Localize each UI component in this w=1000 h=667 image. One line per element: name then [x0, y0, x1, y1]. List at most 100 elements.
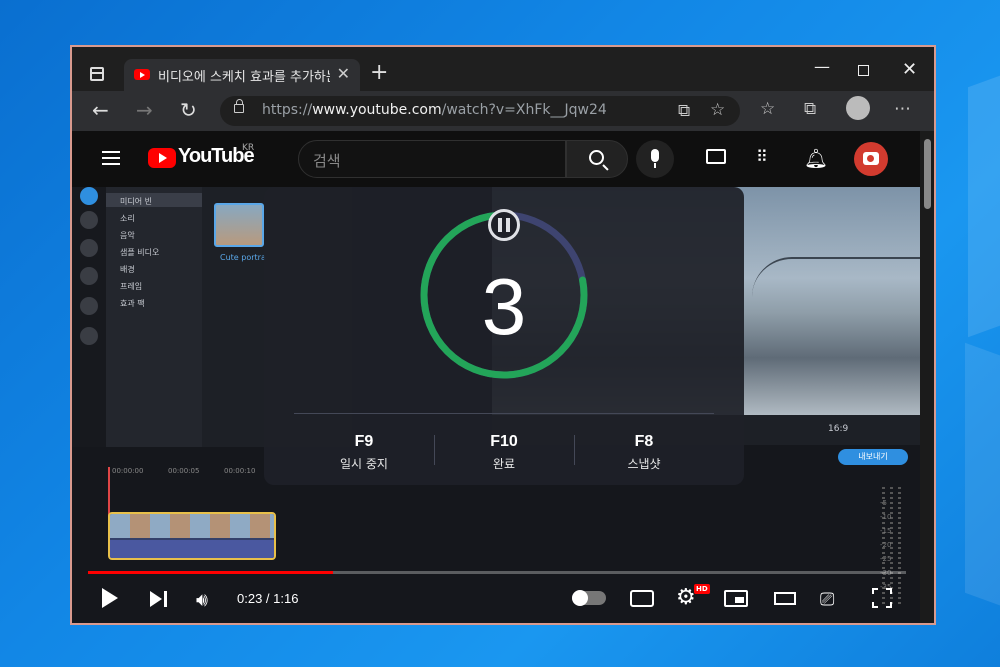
back-icon[interactable]: ←: [92, 99, 109, 121]
close-window-icon[interactable]: ✕: [902, 59, 917, 80]
theater-mode-icon[interactable]: [774, 592, 796, 605]
profile-icon[interactable]: [846, 96, 870, 120]
browser-window: 비디오에 스케치 효과를 추가하는 ✕ + — ✕ ← → ↻ https://…: [70, 45, 936, 625]
forward-icon[interactable]: →: [136, 99, 153, 121]
scrollbar-thumb[interactable]: [924, 139, 931, 209]
vu-level: -25: [880, 555, 892, 563]
shortcut-key: F9: [354, 433, 374, 450]
editor-menu-item: 프레임: [120, 282, 143, 291]
tab-title: 비디오에 스케치 효과를 추가하는: [158, 70, 330, 84]
editor-menu-item: 미디어 빈: [120, 197, 152, 206]
desktop-streak: [965, 342, 1000, 608]
voice-search-button[interactable]: [636, 140, 674, 178]
aspect-ratio: 16:9: [828, 424, 849, 434]
search-icon: [589, 150, 604, 165]
tab-close-icon[interactable]: ✕: [337, 64, 350, 83]
pause-icon: [498, 218, 510, 232]
page-scrollbar[interactable]: [920, 131, 934, 623]
vu-level: -5: [880, 499, 887, 507]
search-placeholder: 검색: [313, 152, 341, 170]
create-video-icon[interactable]: [706, 149, 726, 164]
url-text: https://www.youtube.com/watch?v=XhFk__Jq…: [262, 102, 607, 118]
editor-import-icon: [80, 187, 98, 205]
editor-menu-item: 샘플 비디오: [120, 248, 160, 257]
hd-badge: HD: [694, 584, 710, 594]
play-icon[interactable]: [102, 588, 118, 608]
timeline-tick: 00:00:10: [224, 467, 256, 475]
youtube-logo-icon[interactable]: [148, 148, 176, 168]
timeline-tick: 00:00:05: [168, 467, 200, 475]
editor-menu-item: 소리: [120, 214, 135, 223]
shortcut-action: 완료: [492, 457, 516, 471]
shortcut-key: F10: [490, 433, 518, 450]
account-avatar[interactable]: [854, 142, 888, 176]
editor-menu: 미디어 빈 소리 음악 샘플 비디오 배경 프레임 효과 팩: [106, 187, 202, 447]
youtube-header: YouTube KR 검색 ⠿ 🔔︎: [72, 131, 920, 187]
clip-frames: [110, 514, 274, 538]
overlay-divider: [294, 413, 714, 414]
youtube-favicon-icon: [134, 69, 150, 80]
editor-grid-icon: [80, 327, 98, 345]
editor-sidebar: [72, 187, 106, 447]
url-field[interactable]: https://www.youtube.com/watch?v=XhFk__Jq…: [220, 96, 740, 126]
microphone-icon: [651, 149, 659, 168]
tab-actions-icon[interactable]: [90, 67, 104, 81]
more-icon[interactable]: ⋯: [894, 99, 911, 119]
bridge-cable: [752, 257, 920, 297]
media-thumbnail-label: Cute portra: [220, 253, 266, 262]
title-bar: 비디오에 스케치 효과를 추가하는 ✕ + — ✕: [72, 47, 934, 91]
miniplayer-icon[interactable]: [724, 590, 748, 607]
shortcut-snapshot[interactable]: F8 스냅샷: [574, 433, 714, 472]
editor-text-icon: [80, 267, 98, 285]
shortcut-action: 일시 중지: [340, 457, 388, 471]
settings-gear-icon[interactable]: ⚙: [676, 585, 696, 610]
maximize-icon[interactable]: [858, 65, 869, 76]
address-bar: ← → ↻ https://www.youtube.com/watch?v=Xh…: [72, 91, 934, 131]
shortcut-pause[interactable]: F9 일시 중지: [294, 433, 434, 472]
editor-menu-item: 배경: [120, 265, 135, 274]
volume-icon[interactable]: 🔊︎: [196, 589, 208, 611]
favorites-icon[interactable]: ☆: [760, 99, 775, 119]
vu-level: -15: [880, 527, 892, 535]
progress-played: [88, 571, 334, 574]
next-icon-bar: [164, 591, 167, 607]
time-display: 0:23 / 1:16: [237, 591, 299, 606]
editor-transition-icon: [80, 297, 98, 315]
recording-countdown-overlay: 3 F9 일시 중지 F10 완료 F8 스냅샷: [264, 187, 744, 485]
editor-layout-icon: [80, 239, 98, 257]
next-icon[interactable]: [150, 591, 162, 607]
autoplay-toggle[interactable]: [572, 590, 606, 606]
apps-grid-icon[interactable]: ⠿: [756, 147, 769, 166]
refresh-icon[interactable]: ↻: [180, 99, 197, 121]
shortcut-finish[interactable]: F10 완료: [434, 433, 574, 472]
search-input[interactable]: 검색: [298, 140, 566, 178]
vu-level: -20: [880, 541, 892, 549]
new-tab-icon[interactable]: +: [370, 59, 388, 87]
notifications-bell-icon[interactable]: 🔔︎: [804, 147, 828, 170]
media-thumbnail: [214, 203, 264, 247]
collections-icon[interactable]: ⧉: [804, 99, 816, 119]
add-favorite-icon[interactable]: ☆: [710, 100, 725, 120]
editor-menu-item: 효과 팩: [120, 299, 145, 308]
open-in-app-icon[interactable]: ⧉: [678, 101, 690, 121]
countdown-number: 3: [481, 262, 527, 351]
menu-icon[interactable]: [102, 151, 120, 165]
pause-recording-button[interactable]: [488, 209, 520, 241]
subtitles-icon[interactable]: [630, 590, 654, 607]
editor-menu-item: 음악: [120, 231, 135, 240]
editor-effects-icon: [80, 211, 98, 229]
lock-icon: [234, 99, 244, 113]
cast-icon[interactable]: ⎚: [820, 589, 834, 610]
tab-youtube[interactable]: 비디오에 스케치 효과를 추가하는 ✕: [124, 59, 360, 91]
search-button[interactable]: [566, 140, 628, 178]
export-button-label: 내보내기: [838, 449, 908, 465]
timeline-tick: 00:00:00: [112, 467, 144, 475]
minimize-icon[interactable]: —: [814, 57, 830, 76]
vu-level: -10: [880, 513, 892, 521]
shortcut-action: 스냅샷: [627, 457, 661, 471]
fullscreen-icon[interactable]: [872, 588, 892, 608]
desktop-streak: [968, 72, 1000, 338]
timeline-clip: [108, 512, 276, 560]
region-code: KR: [242, 143, 255, 153]
shortcut-key: F8: [634, 433, 654, 450]
